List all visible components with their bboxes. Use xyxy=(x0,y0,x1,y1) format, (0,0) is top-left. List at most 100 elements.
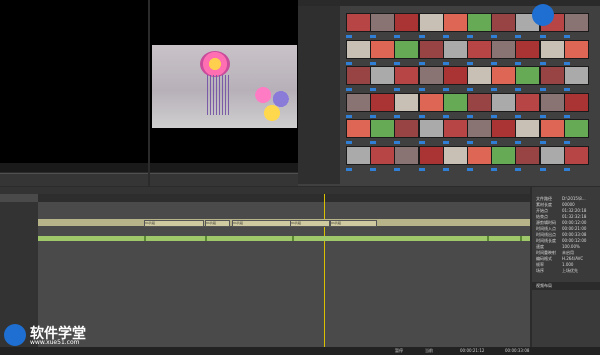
library-thumbnail[interactable] xyxy=(491,119,517,144)
library-thumbnail[interactable] xyxy=(442,13,468,38)
library-thumbnail[interactable] xyxy=(346,66,371,91)
library-thumbnail[interactable] xyxy=(394,13,420,38)
library-thumbnail[interactable] xyxy=(467,66,492,91)
effect-list-item[interactable]: 视频布局 xyxy=(532,282,600,290)
thumbnail-marker xyxy=(418,61,425,65)
library-thumbnail[interactable] xyxy=(394,39,420,65)
audio-track[interactable] xyxy=(38,236,530,241)
library-thumbnail[interactable] xyxy=(539,119,565,144)
library-thumbnail[interactable] xyxy=(394,145,420,171)
audio-clip-marker[interactable] xyxy=(144,236,146,241)
library-thumbnail[interactable] xyxy=(515,145,541,171)
library-thumbnail[interactable] xyxy=(394,119,420,144)
library-thumbnail[interactable] xyxy=(442,145,468,171)
library-thumbnail[interactable] xyxy=(491,92,517,118)
library-thumbnail[interactable] xyxy=(539,39,565,65)
video-clip[interactable]: V1片段 xyxy=(144,220,204,227)
library-thumbnail[interactable] xyxy=(346,13,371,38)
thumbnail-marker xyxy=(563,35,570,38)
thumbnail-marker xyxy=(346,61,352,65)
video-clip[interactable]: V1片段 xyxy=(232,220,292,227)
library-thumbnail[interactable] xyxy=(515,66,541,91)
library-thumbnail[interactable] xyxy=(539,92,565,118)
library-thumbnail[interactable] xyxy=(563,92,589,118)
thumbnail-marker xyxy=(442,35,449,38)
video-clip[interactable]: V1片段 xyxy=(205,220,230,227)
status-item: 暂停 xyxy=(395,348,403,353)
library-thumbnail[interactable] xyxy=(442,92,468,118)
player-source-monitor[interactable] xyxy=(0,0,148,172)
library-thumbnail[interactable] xyxy=(539,145,565,171)
thumbnail-marker xyxy=(346,35,352,38)
library-thumbnail[interactable] xyxy=(563,119,589,144)
thumbnail-marker xyxy=(394,114,401,118)
thumbnail-marker xyxy=(442,167,449,171)
library-thumbnail[interactable] xyxy=(442,66,468,91)
library-thumbnail[interactable] xyxy=(491,13,517,38)
timeline-ruler[interactable] xyxy=(38,194,530,202)
video-clip[interactable]: V1片段 xyxy=(290,220,330,227)
video-clip[interactable]: V1片段 xyxy=(330,220,377,227)
library-thumbnail[interactable] xyxy=(442,39,468,65)
thumbnail-marker xyxy=(346,167,352,171)
library-thumbnail[interactable] xyxy=(394,92,420,118)
library-thumbnail[interactable] xyxy=(418,119,444,144)
library-thumbnail[interactable] xyxy=(418,145,444,171)
thumbnail-marker xyxy=(418,35,425,38)
library-thumbnail[interactable] xyxy=(370,66,396,91)
property-key: 场序 xyxy=(536,268,544,273)
library-thumbnail[interactable] xyxy=(418,39,444,65)
library-thumbnail[interactable] xyxy=(346,92,371,118)
library-thumbnail[interactable] xyxy=(418,13,444,38)
library-thumbnail[interactable] xyxy=(563,13,589,38)
thumbnail-marker xyxy=(467,167,473,171)
library-thumbnail[interactable] xyxy=(346,145,371,171)
library-thumbnail[interactable] xyxy=(418,66,444,91)
library-thumbnail[interactable] xyxy=(491,66,517,91)
thumbnail-marker xyxy=(370,35,377,38)
audio-clip-marker[interactable] xyxy=(520,236,522,241)
library-thumbnail[interactable] xyxy=(370,13,396,38)
property-value: 上场优先 xyxy=(562,268,578,273)
thumbnail-marker xyxy=(539,61,546,65)
library-thumbnail[interactable] xyxy=(467,119,492,144)
recorder-timecode-bar xyxy=(150,163,298,172)
library-thumbnail[interactable] xyxy=(442,119,468,144)
library-thumbnail[interactable] xyxy=(563,66,589,91)
library-thumbnail[interactable] xyxy=(467,39,492,65)
library-thumbnail[interactable] xyxy=(563,145,589,171)
library-tree[interactable] xyxy=(298,6,340,184)
library-thumbnail[interactable] xyxy=(370,145,396,171)
thumbnail-marker xyxy=(442,141,449,144)
library-thumbnail[interactable] xyxy=(515,92,541,118)
library-thumbnail[interactable] xyxy=(539,66,565,91)
source-timecode-bar xyxy=(0,163,148,172)
library-thumbnail[interactable] xyxy=(491,145,517,171)
watermark-url: www.xue51.com xyxy=(30,339,80,346)
library-thumbnail[interactable] xyxy=(467,13,492,38)
audio-clip-marker[interactable] xyxy=(292,236,294,241)
library-thumbnail[interactable] xyxy=(370,119,396,144)
thumbnail-marker xyxy=(491,88,498,91)
thumbnail-marker xyxy=(418,114,425,118)
library-thumbnail[interactable] xyxy=(563,39,589,65)
streamers xyxy=(207,75,229,115)
thumbnail-marker xyxy=(394,35,401,38)
xue51-logo-top xyxy=(532,4,554,26)
thumbnail-marker xyxy=(515,114,522,118)
audio-clip-marker[interactable] xyxy=(487,236,489,241)
library-thumbnail[interactable] xyxy=(515,119,541,144)
library-thumbnail[interactable] xyxy=(370,39,396,65)
library-thumbnail[interactable] xyxy=(515,39,541,65)
thumbnail-marker xyxy=(563,141,570,144)
library-thumbnail[interactable] xyxy=(346,39,371,65)
audio-clip-marker[interactable] xyxy=(205,236,207,241)
library-thumbnail[interactable] xyxy=(467,145,492,171)
library-thumbnail[interactable] xyxy=(491,39,517,65)
library-thumbnail[interactable] xyxy=(370,92,396,118)
library-thumbnail[interactable] xyxy=(467,92,492,118)
library-thumbnail[interactable] xyxy=(394,66,420,91)
timeline-toolbar xyxy=(0,187,530,194)
library-thumbnail[interactable] xyxy=(418,92,444,118)
library-thumbnail[interactable] xyxy=(346,119,371,144)
